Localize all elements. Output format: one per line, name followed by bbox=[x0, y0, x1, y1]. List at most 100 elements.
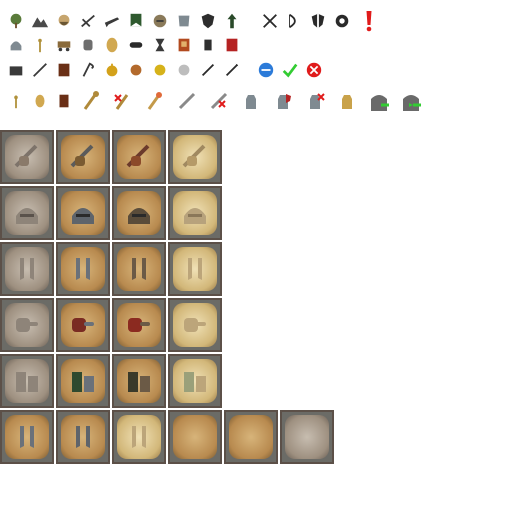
pointing-hand-icon bbox=[184, 318, 206, 332]
chest-icon[interactable] bbox=[6, 60, 26, 80]
crossbow-icon[interactable] bbox=[78, 11, 98, 31]
tile-empty-3-gray[interactable] bbox=[280, 410, 334, 464]
tile-greaves-normal-1[interactable] bbox=[0, 410, 54, 464]
cancel-icon[interactable] bbox=[304, 60, 324, 80]
mountains-icon[interactable] bbox=[30, 11, 50, 31]
crown-orb-icon[interactable] bbox=[102, 60, 122, 80]
leg-armor-icon bbox=[188, 258, 202, 280]
gauntlet-steel-icon[interactable] bbox=[238, 88, 264, 114]
tile-sword-hand-normal-2[interactable] bbox=[112, 130, 166, 184]
mace-cancel-icon[interactable] bbox=[110, 88, 136, 114]
sword-cancel-icon[interactable] bbox=[206, 88, 232, 114]
exclamation-icon[interactable] bbox=[356, 8, 382, 34]
shield-split-icon[interactable] bbox=[308, 11, 328, 31]
leg-armor-icon bbox=[76, 258, 90, 280]
tile-tower-knight-pale[interactable] bbox=[168, 354, 222, 408]
gold-coin-icon[interactable] bbox=[150, 60, 170, 80]
tree-icon[interactable] bbox=[6, 11, 26, 31]
armor-icon[interactable] bbox=[174, 11, 194, 31]
leg-armor-icon bbox=[132, 258, 146, 280]
tile-leg-armor-pale[interactable] bbox=[168, 242, 222, 296]
tile-leg-armor-normal-1[interactable] bbox=[56, 242, 110, 296]
icon-row-2 bbox=[6, 35, 246, 55]
gauntlet-gold-icon[interactable] bbox=[334, 88, 360, 114]
helmet-icon bbox=[184, 208, 206, 224]
leg-armor-icon bbox=[20, 258, 34, 280]
tile-tower-knight-normal-1[interactable] bbox=[56, 354, 110, 408]
staff-icon[interactable] bbox=[142, 88, 168, 114]
tile-pointing-hand-pale[interactable] bbox=[168, 298, 222, 352]
tile-grid bbox=[0, 130, 340, 470]
bow-icon[interactable] bbox=[284, 11, 304, 31]
spear-icon[interactable] bbox=[222, 60, 242, 80]
dagger-icon[interactable] bbox=[198, 60, 218, 80]
tile-helmet-gray[interactable] bbox=[0, 186, 54, 240]
cart-icon[interactable] bbox=[54, 35, 74, 55]
tile-greaves-pale[interactable] bbox=[112, 410, 166, 464]
wheat-icon[interactable] bbox=[30, 35, 50, 55]
tile-helmet-normal-2[interactable] bbox=[112, 186, 166, 240]
sword-hand-icon bbox=[14, 144, 38, 168]
fist-armor-icon[interactable] bbox=[78, 35, 98, 55]
sword-icon[interactable] bbox=[30, 60, 50, 80]
tile-greaves-normal-2[interactable] bbox=[56, 410, 110, 464]
wheat-small-icon[interactable] bbox=[6, 91, 26, 111]
tile-empty-1[interactable] bbox=[168, 410, 222, 464]
tile-pointing-hand-gray[interactable] bbox=[0, 298, 54, 352]
hourglass-icon[interactable] bbox=[150, 35, 170, 55]
tile-sword-hand-pale[interactable] bbox=[168, 130, 222, 184]
tome-icon[interactable] bbox=[54, 60, 74, 80]
gate-enter-icon[interactable] bbox=[366, 88, 392, 114]
tile-helmet-normal-1[interactable] bbox=[56, 186, 110, 240]
gate-exit-icon[interactable] bbox=[398, 88, 424, 114]
tile-leg-armor-normal-2[interactable] bbox=[112, 242, 166, 296]
flag-icon[interactable] bbox=[222, 35, 242, 55]
sword-hand-icon bbox=[126, 144, 150, 168]
new-badge-icon[interactable] bbox=[256, 60, 276, 80]
tile-empty-2[interactable] bbox=[224, 410, 278, 464]
gauntlet-shield-icon[interactable] bbox=[270, 88, 296, 114]
tower-knight-icon bbox=[128, 372, 150, 392]
crossed-swords-icon[interactable] bbox=[260, 11, 280, 31]
tile-sword-hand-gray[interactable] bbox=[0, 130, 54, 184]
bread-small-icon[interactable] bbox=[30, 91, 50, 111]
copper-coin-icon[interactable] bbox=[126, 60, 146, 80]
greaves-icon bbox=[132, 426, 146, 448]
book-icon[interactable] bbox=[174, 35, 194, 55]
arrow-up-icon[interactable] bbox=[222, 11, 242, 31]
icon-row-4 bbox=[6, 88, 430, 114]
tile-tower-knight-normal-2[interactable] bbox=[112, 354, 166, 408]
tile-tower-knight-gray[interactable] bbox=[0, 354, 54, 408]
gun-icon[interactable] bbox=[102, 11, 122, 31]
banner-icon[interactable] bbox=[126, 11, 146, 31]
mace-icon[interactable] bbox=[78, 88, 104, 114]
tile-helmet-pale[interactable] bbox=[168, 186, 222, 240]
book-small-icon[interactable] bbox=[54, 91, 74, 111]
tile-pointing-hand-normal-1[interactable] bbox=[56, 298, 110, 352]
mask-icon[interactable] bbox=[126, 35, 146, 55]
scythe-icon[interactable] bbox=[78, 60, 98, 80]
pointing-hand-icon bbox=[128, 318, 150, 332]
checkmark-icon[interactable] bbox=[280, 60, 300, 80]
tile-leg-armor-gray[interactable] bbox=[0, 242, 54, 296]
helmet-icon[interactable] bbox=[6, 35, 26, 55]
gauntlet-cancel-icon[interactable] bbox=[302, 88, 328, 114]
silver-coin-icon[interactable] bbox=[174, 60, 194, 80]
tile-sword-hand-normal-1[interactable] bbox=[56, 130, 110, 184]
pointing-hand-icon bbox=[72, 318, 94, 332]
bread-icon[interactable] bbox=[102, 35, 122, 55]
shield-icon[interactable] bbox=[198, 11, 218, 31]
tile-pointing-hand-normal-2[interactable] bbox=[112, 298, 166, 352]
sword-hand-icon bbox=[182, 144, 206, 168]
helmet-icon bbox=[72, 208, 94, 224]
tower-knight-icon bbox=[184, 372, 206, 392]
bearded-face-icon[interactable] bbox=[54, 11, 74, 31]
sword-hand-icon bbox=[70, 144, 94, 168]
gauntlet-icon[interactable] bbox=[198, 35, 218, 55]
helmet-face-icon[interactable] bbox=[150, 11, 170, 31]
helmet-icon bbox=[128, 208, 150, 224]
short-sword-icon[interactable] bbox=[174, 88, 200, 114]
icon-row-1 bbox=[6, 8, 388, 34]
greaves-icon bbox=[20, 426, 34, 448]
gear-icon[interactable] bbox=[332, 11, 352, 31]
